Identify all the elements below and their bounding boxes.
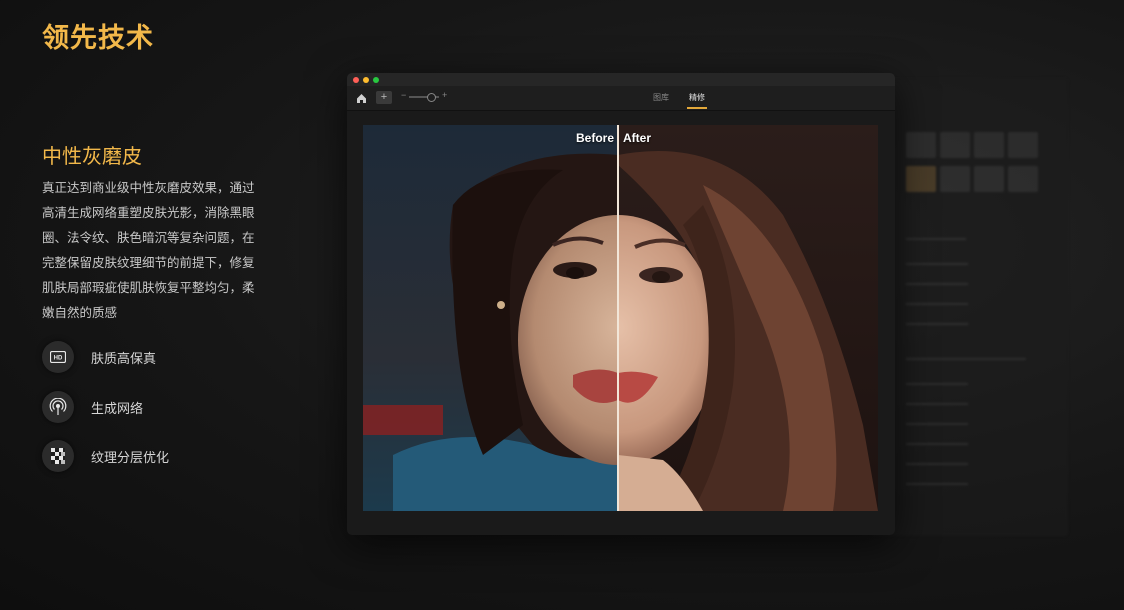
adjustment-panel	[870, 78, 1068, 536]
compare-divider-handle[interactable]	[617, 125, 619, 511]
add-image-button[interactable]: +	[376, 91, 392, 104]
bullet-texture-layering: 纹理分层优化	[42, 440, 169, 472]
network-icon	[42, 391, 74, 423]
zoom-slider[interactable]	[409, 93, 439, 102]
bullet-label: 纹理分层优化	[91, 449, 170, 465]
maximize-window-button[interactable]	[373, 76, 379, 83]
tab-gallery[interactable]: 图库	[653, 92, 669, 103]
zoom-in-icon[interactable]: +	[442, 90, 447, 100]
hd-icon: HD	[42, 341, 74, 373]
layers-icon	[42, 440, 74, 472]
close-window-button[interactable]	[353, 76, 359, 83]
minimize-window-button[interactable]	[363, 76, 369, 83]
zoom-slider-handle[interactable]	[427, 93, 436, 102]
bullet-label: 生成网络	[91, 400, 144, 416]
before-after-image[interactable]: Before After	[363, 125, 878, 511]
bullet-label: 肤质高保真	[91, 350, 157, 366]
bullet-generative-network: 生成网络	[42, 391, 143, 423]
active-tab-indicator	[687, 107, 707, 109]
app-window: + − + 图库 精修 Before After	[347, 73, 895, 535]
page: 领先技术 中性灰磨皮 真正达到商业级中性灰磨皮效果，通过高清生成网络重塑皮肤光影…	[0, 0, 1124, 610]
window-titlebar	[347, 73, 895, 86]
app-toolbar: + − + 图库 精修	[347, 86, 895, 111]
page-heading: 领先技术	[42, 23, 154, 53]
portrait-photo	[363, 125, 878, 511]
feature-title: 中性灰磨皮	[42, 146, 142, 168]
tab-retouch[interactable]: 精修	[689, 92, 705, 103]
svg-text:HD: HD	[54, 356, 63, 362]
zoom-out-icon[interactable]: −	[401, 90, 406, 100]
bullet-skin-fidelity: HD 肤质高保真	[42, 341, 156, 373]
before-label: Before	[576, 131, 615, 145]
after-label: After	[623, 131, 652, 145]
feature-description: 真正达到商业级中性灰磨皮效果，通过高清生成网络重塑皮肤光影，消除黑眼圈、法令纹、…	[42, 181, 255, 320]
home-icon[interactable]	[356, 91, 367, 109]
